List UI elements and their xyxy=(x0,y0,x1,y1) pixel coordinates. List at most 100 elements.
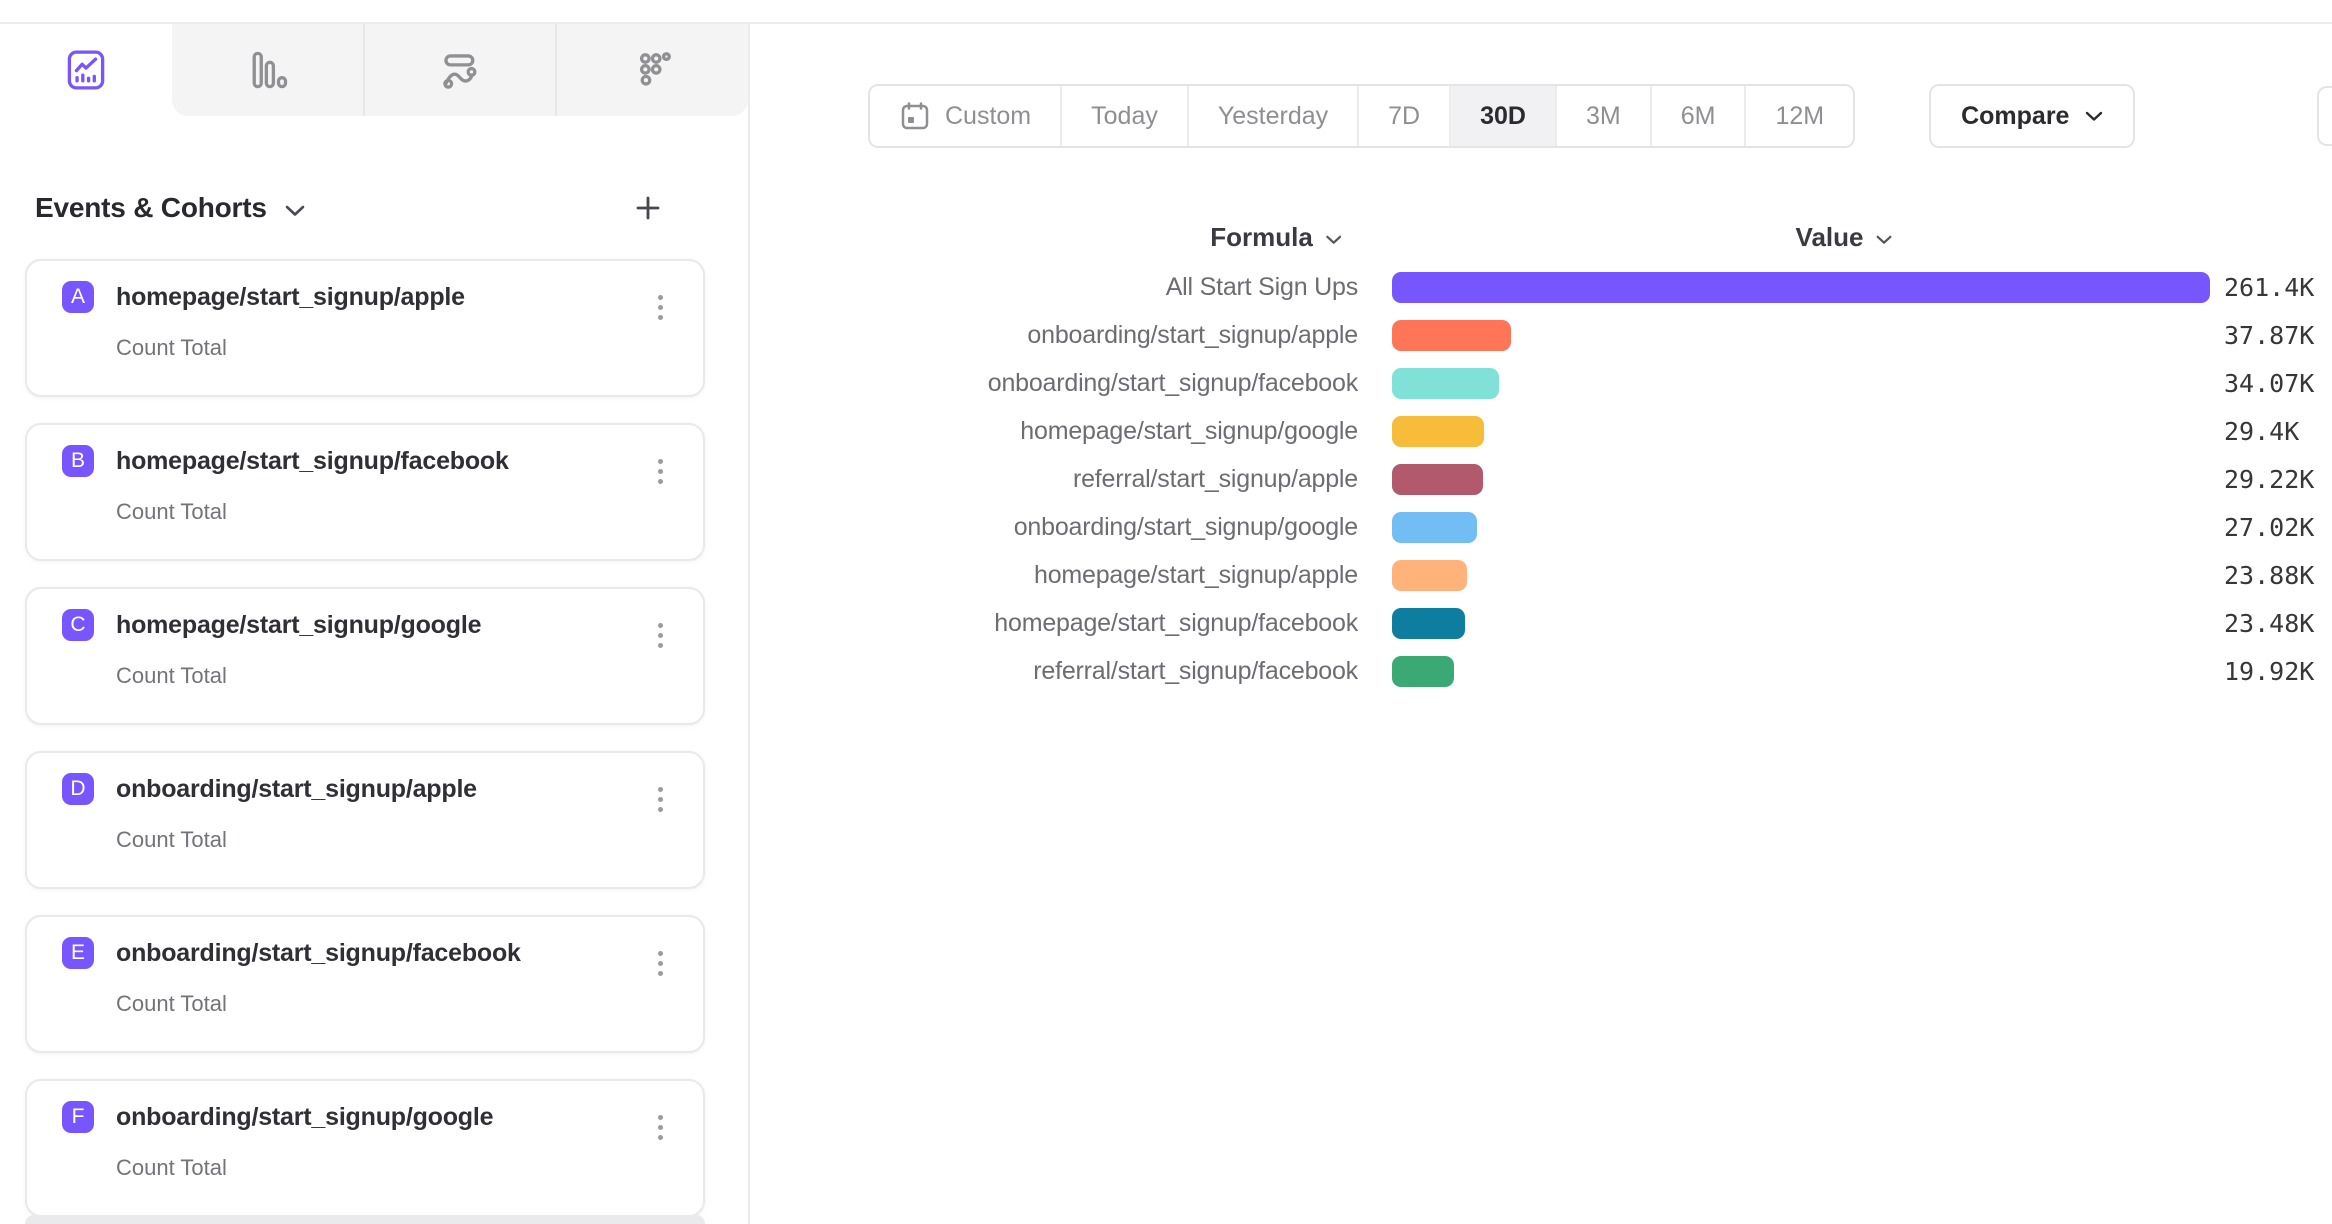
compare-label: Compare xyxy=(1961,102,2069,131)
event-metric[interactable]: Count Total xyxy=(116,663,668,689)
event-name: homepage/start_signup/apple xyxy=(116,283,465,312)
kebab-menu-icon[interactable] xyxy=(647,615,673,655)
chart-row: onboarding/start_signup/facebook 34.07K xyxy=(752,359,2332,407)
tab-flow-chart[interactable] xyxy=(363,24,556,116)
date-range-option[interactable]: Yesterday xyxy=(1187,86,1357,146)
event-badge: A xyxy=(62,281,94,313)
date-range-option[interactable]: 7D xyxy=(1357,86,1449,146)
event-metric[interactable]: Count Total xyxy=(116,827,668,853)
date-range-option[interactable]: 30D xyxy=(1449,86,1555,146)
event-list: A homepage/start_signup/apple Count Tota… xyxy=(25,259,730,1217)
kebab-menu-icon[interactable] xyxy=(647,943,673,983)
chart-bar[interactable] xyxy=(1392,368,1499,399)
date-range-toolbar: Custom Today Yesterday 7D 30D 3M 6M 12M … xyxy=(868,84,2135,148)
event-badge: D xyxy=(62,773,94,805)
chart-row-label: referral/start_signup/apple xyxy=(752,465,1358,494)
chart-bar[interactable] xyxy=(1392,464,1483,495)
chart-bar[interactable] xyxy=(1392,608,1465,639)
calendar-icon xyxy=(899,100,931,132)
add-event-button[interactable] xyxy=(631,191,665,225)
event-metric[interactable]: Count Total xyxy=(116,499,668,525)
event-badge: F xyxy=(62,1101,94,1133)
chart-type-tab-group xyxy=(172,24,748,116)
date-range-picker: Custom Today Yesterday 7D 30D 3M 6M 12M xyxy=(868,84,1855,148)
chart-column-headers: Formula Value xyxy=(752,222,2332,262)
chevron-down-icon[interactable] xyxy=(285,205,305,217)
tab-metric[interactable] xyxy=(555,24,748,116)
chart-row-label: All Start Sign Ups xyxy=(752,273,1358,302)
bar-chart-icon xyxy=(244,47,290,93)
chart-bar[interactable] xyxy=(1392,320,1511,351)
compare-button[interactable]: Compare xyxy=(1929,84,2135,148)
chevron-down-icon xyxy=(2085,111,2103,122)
kebab-menu-icon[interactable] xyxy=(647,287,673,327)
event-card[interactable]: A homepage/start_signup/apple Count Tota… xyxy=(25,259,705,397)
events-section-title: Events & Cohorts xyxy=(25,192,267,224)
chart-bar[interactable] xyxy=(1392,656,1454,687)
chart-row: homepage/start_signup/google 29.4K xyxy=(752,407,2332,455)
chart-row-label: homepage/start_signup/facebook xyxy=(752,609,1358,638)
date-range-option[interactable]: 3M xyxy=(1555,86,1650,146)
date-range-option[interactable]: Today xyxy=(1060,86,1187,146)
chart-row-value: 27.02K xyxy=(2224,513,2314,542)
event-name: homepage/start_signup/google xyxy=(116,611,481,640)
chart-row-label: onboarding/start_signup/google xyxy=(752,513,1358,542)
event-metric[interactable]: Count Total xyxy=(116,991,668,1017)
chart-bar[interactable] xyxy=(1392,512,1477,543)
chart-row-label: onboarding/start_signup/facebook xyxy=(752,369,1358,398)
chart-row-value: 37.87K xyxy=(2224,321,2314,350)
event-card[interactable]: E onboarding/start_signup/facebook Count… xyxy=(25,915,705,1053)
event-card[interactable]: C homepage/start_signup/google Count Tot… xyxy=(25,587,705,725)
event-badge: E xyxy=(62,937,94,969)
insights-report-page: Events & Cohorts A homepage/start_signup… xyxy=(0,0,2332,1224)
chevron-down-icon xyxy=(1325,235,1342,245)
event-card[interactable]: B homepage/start_signup/facebook Count T… xyxy=(25,423,705,561)
event-metric[interactable]: Count Total xyxy=(116,1155,668,1181)
chart-row: onboarding/start_signup/apple 37.87K xyxy=(752,311,2332,359)
chart-row: referral/start_signup/apple 29.22K xyxy=(752,455,2332,503)
chart-row-value: 19.92K xyxy=(2224,657,2314,686)
chart-row-value: 29.22K xyxy=(2224,465,2314,494)
chart-row-value: 34.07K xyxy=(2224,369,2314,398)
chart-row-value: 23.48K xyxy=(2224,609,2314,638)
chart-row: homepage/start_signup/facebook 23.48K xyxy=(752,599,2332,647)
date-range-option[interactable]: Custom xyxy=(870,86,1060,146)
horizontal-bar-chart: All Start Sign Ups 261.4K onboarding/sta… xyxy=(752,263,2332,695)
date-range-option[interactable]: 12M xyxy=(1744,86,1853,146)
chart-row-value: 23.88K xyxy=(2224,561,2314,590)
metric-dots-icon xyxy=(630,47,676,93)
chart-type-tabbar xyxy=(0,24,748,116)
event-name: homepage/start_signup/facebook xyxy=(116,447,509,476)
line-chart-icon xyxy=(63,47,109,93)
event-card[interactable]: F onboarding/start_signup/google Count T… xyxy=(25,1079,705,1217)
events-section-header: Events & Cohorts xyxy=(25,190,705,226)
date-range-option[interactable]: 6M xyxy=(1650,86,1745,146)
chart-row-value: 29.4K xyxy=(2224,417,2299,446)
event-name: onboarding/start_signup/google xyxy=(116,1103,493,1132)
value-column-header[interactable]: Value xyxy=(1796,222,1893,253)
event-badge: C xyxy=(62,609,94,641)
event-metric[interactable]: Count Total xyxy=(116,335,668,361)
plus-icon xyxy=(633,193,663,223)
event-name: onboarding/start_signup/apple xyxy=(116,775,477,804)
chart-row-label: referral/start_signup/facebook xyxy=(752,657,1358,686)
chart-row-label: homepage/start_signup/apple xyxy=(752,561,1358,590)
clipped-toolbar-button[interactable] xyxy=(2317,86,2332,146)
chevron-down-icon xyxy=(1875,235,1892,245)
tab-bar-chart[interactable] xyxy=(172,24,363,116)
chart-row-value: 261.4K xyxy=(2224,273,2314,302)
chart-row: homepage/start_signup/apple 23.88K xyxy=(752,551,2332,599)
kebab-menu-icon[interactable] xyxy=(647,1107,673,1147)
kebab-menu-icon[interactable] xyxy=(647,451,673,491)
event-name: onboarding/start_signup/facebook xyxy=(116,939,521,968)
event-card[interactable]: D onboarding/start_signup/apple Count To… xyxy=(25,751,705,889)
chart-bar[interactable] xyxy=(1392,272,2210,303)
chart-row-label: onboarding/start_signup/apple xyxy=(752,321,1358,350)
tab-line-chart[interactable] xyxy=(0,24,172,116)
kebab-menu-icon[interactable] xyxy=(647,779,673,819)
flow-chart-icon xyxy=(437,47,483,93)
events-section: Events & Cohorts A homepage/start_signup… xyxy=(0,190,730,1217)
formula-column-header[interactable]: Formula xyxy=(1210,222,1342,253)
chart-bar[interactable] xyxy=(1392,416,1484,447)
chart-bar[interactable] xyxy=(1392,560,1467,591)
